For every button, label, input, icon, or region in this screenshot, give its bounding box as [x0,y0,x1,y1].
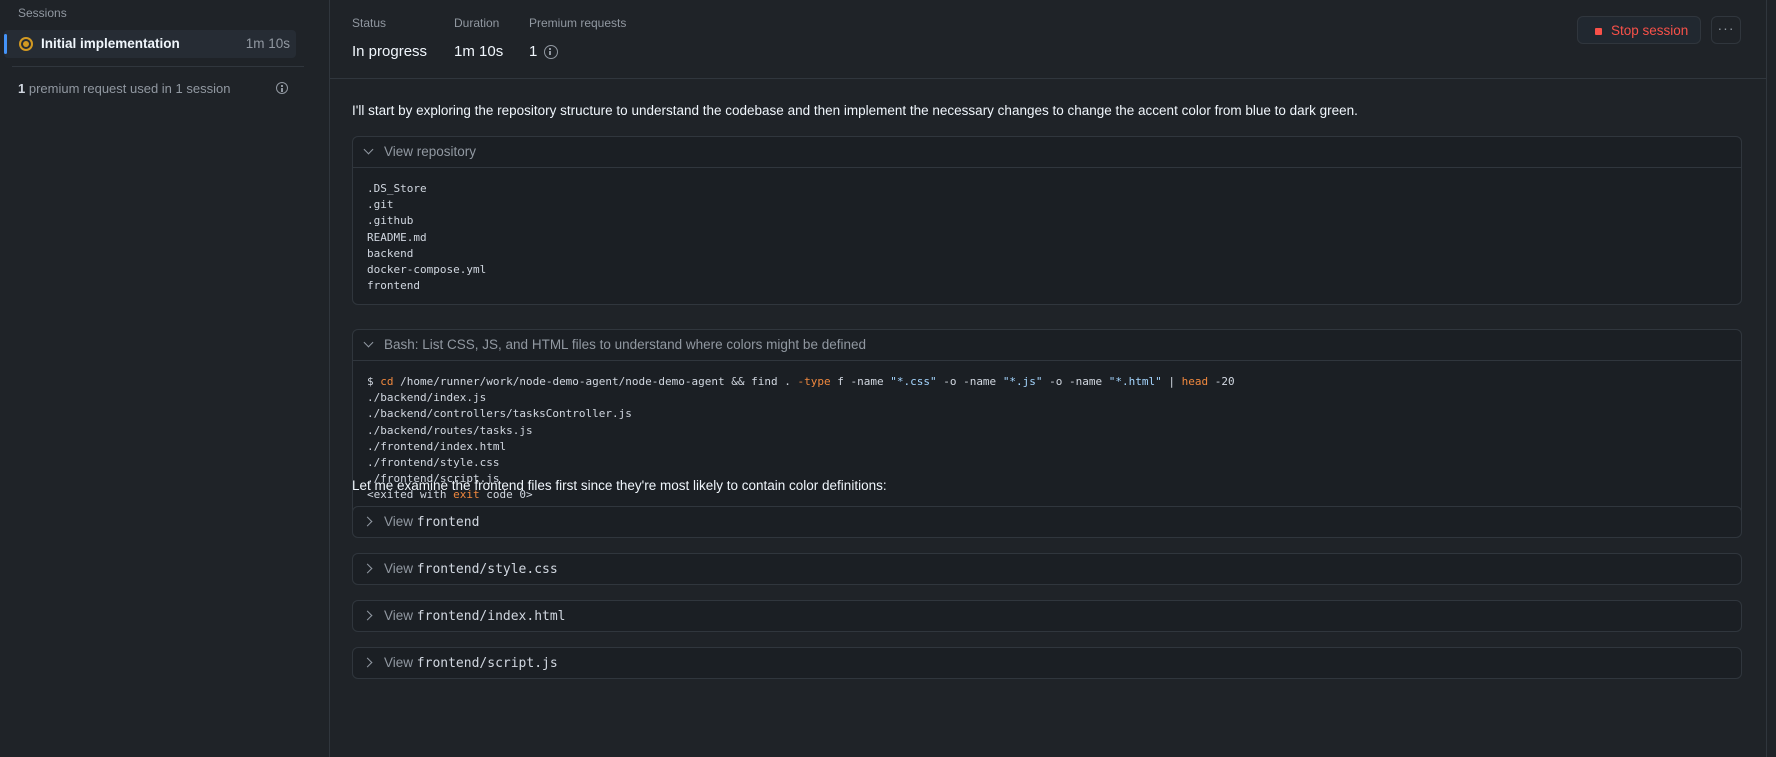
session-detail-panel: Status In progress Duration 1m 10s Premi… [329,0,1767,757]
in-progress-icon [19,37,33,51]
cmd-string: "*.js" [1002,375,1043,388]
usage-text: premium request used in 1 session [25,81,231,96]
agent-message-intro: I'll start by exploring the repository s… [352,103,1358,118]
prompt: $ [367,375,381,388]
chevron-right-icon [362,563,373,574]
premium-usage-summary: 1 premium request used in 1 session [18,81,230,96]
view-frontend-card[interactable]: View frontend [352,506,1742,538]
chevron-right-icon [362,610,373,621]
chevron-down-icon [363,144,374,155]
cmd-path: /home/runner/work/node-demo-agent/node-d… [393,375,798,388]
bash-command-toggle[interactable]: Bash: List CSS, JS, and HTML files to un… [353,330,1741,360]
duration-label: Duration [454,16,500,30]
stop-session-label: Stop session [1611,23,1689,38]
output-line: ./backend/index.js [367,391,487,405]
status-label: Status [352,16,387,30]
cmd-head: head [1181,375,1209,388]
view-verb: View [384,608,414,623]
card-title: View frontend/index.html [384,608,566,624]
view-index-html-card[interactable]: View frontend/index.html [352,600,1742,632]
info-icon[interactable] [276,82,288,94]
repository-listing: .DS_Store .git .github README.md backend… [353,167,1741,304]
active-indicator [4,34,7,54]
view-path: frontend/script.js [416,656,558,671]
view-verb: View [384,514,414,529]
divider [12,66,304,67]
cmd-cd: cd [380,375,394,388]
chevron-down-icon [363,337,374,348]
cmd-part: f -name [830,375,891,388]
more-options-button[interactable]: ··· [1711,16,1741,44]
card-title: View repository [384,144,477,159]
premium-requests-label: Premium requests [529,16,627,30]
card-title: Bash: List CSS, JS, and HTML files to un… [384,337,866,352]
chevron-right-icon [362,657,373,668]
cmd-part: | [1161,375,1182,388]
output-line: ./frontend/index.html [367,439,507,453]
session-item-initial-implementation[interactable]: Initial implementation 1m 10s [4,30,296,58]
view-path: frontend/style.css [416,562,558,577]
sessions-sidebar: Sessions Initial implementation 1m 10s 1… [0,0,328,757]
card-title: View frontend/script.js [384,655,558,671]
cmd-part: -20 [1208,375,1235,388]
output-line: ./frontend/style.css [367,456,500,470]
command-line: $ cd /home/runner/work/node-demo-agent/n… [367,375,1235,388]
session-name: Initial implementation [41,36,180,51]
cmd-part: -o -name [1042,375,1109,388]
duration-value: 1m 10s [454,43,504,60]
view-path: frontend/index.html [416,609,566,624]
session-duration: 1m 10s [245,36,290,51]
agent-message-examine: Let me examine the frontend files first … [352,478,887,493]
view-repository-card: View repository .DS_Store .git .github R… [352,136,1742,306]
view-repository-toggle[interactable]: View repository [353,137,1741,167]
output-line: ./backend/controllers/tasksController.js [367,407,632,421]
cmd-flag: -type [797,375,831,388]
card-title: View frontend [384,514,479,530]
info-icon[interactable] [544,45,558,59]
view-style-css-card[interactable]: View frontend/style.css [352,553,1742,585]
cmd-string: "*.css" [890,375,937,388]
view-verb: View [384,655,414,670]
command-output: ./backend/index.js ./backend/controllers… [367,391,632,485]
repo-entry: docker-compose.yml [367,263,487,277]
view-verb: View [384,561,414,576]
status-value: In progress [352,43,428,60]
repo-entry: .DS_Store [367,182,427,195]
card-title: View frontend/style.css [384,561,558,577]
chevron-right-icon [362,516,373,527]
cmd-string: "*.html" [1108,375,1162,388]
sessions-heading: Sessions [18,6,67,20]
stop-session-button[interactable]: Stop session [1577,16,1701,44]
cmd-part: -o -name [936,375,1003,388]
session-header: Status In progress Duration 1m 10s Premi… [330,0,1766,79]
repo-entry: frontend [367,279,420,293]
view-path: frontend [416,515,480,530]
output-line: ./backend/routes/tasks.js [367,423,533,437]
repo-entry: README.md [367,230,427,244]
repo-entry: .github [367,214,414,228]
repo-entry: backend [367,246,414,260]
view-script-js-card[interactable]: View frontend/script.js [352,647,1742,679]
repo-entry: .git [367,198,394,212]
premium-requests-value: 1 [529,43,538,60]
stop-icon [1595,28,1602,35]
